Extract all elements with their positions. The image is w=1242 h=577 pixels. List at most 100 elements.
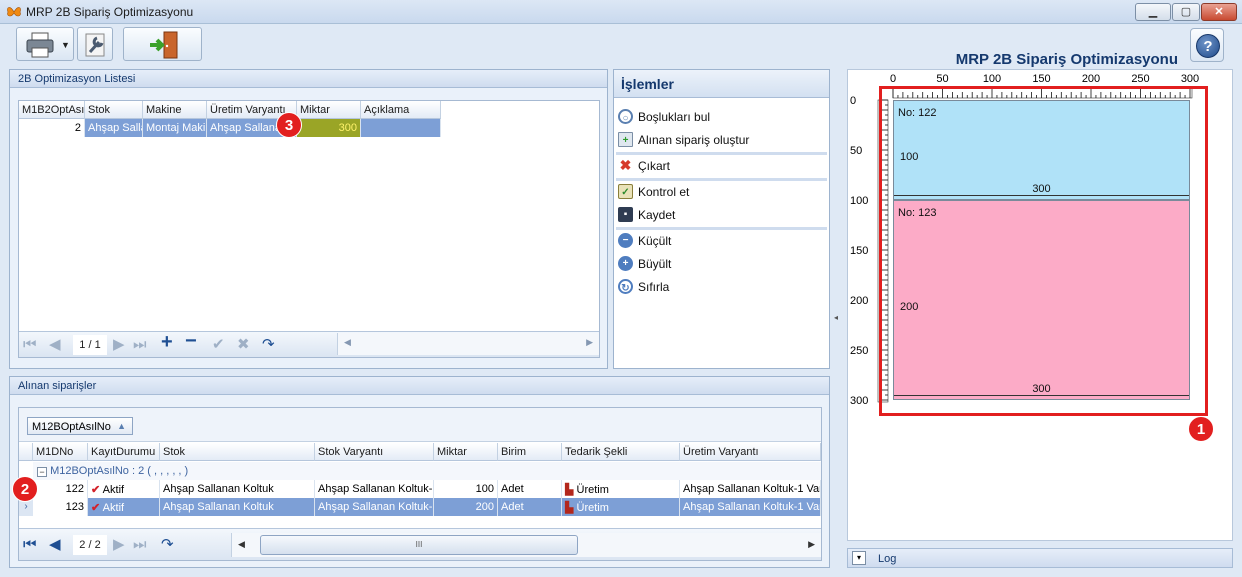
check-button[interactable]: ✓ Kontrol et [618,181,826,203]
reset-button[interactable]: ↻ Sıfırla [618,276,826,298]
cell[interactable]: 2 [19,119,85,137]
chevron-down-icon[interactable]: ▼ [61,40,70,50]
cell[interactable]: 200 [434,498,498,516]
remove-button[interactable]: ✖ Çıkart [618,155,826,177]
splitter-arrow-icon[interactable]: ◂ [834,313,838,322]
horizontal-scrollbar[interactable]: ◀ III ▶ [231,533,821,557]
cell[interactable]: Ahşap Sallanan Koltuk [160,480,315,498]
log-label: Log [878,553,897,565]
add-icon[interactable]: + [161,332,173,352]
prev-page-icon[interactable]: ◀ [49,537,61,553]
panel-title: Alınan siparişler [10,377,829,395]
box-layer: No: 122 100 300 No: 123 200 300 [848,70,1232,540]
supply-cell[interactable]: ▙ Üretim [562,480,680,498]
save-button[interactable]: ▪ Kaydet [618,204,826,226]
check-mark-icon: ✔ [91,502,101,514]
maximize-button[interactable]: ▢ [1172,3,1200,21]
cell[interactable]: Ahşap Sallanan Koltuk [160,498,315,516]
sort-up-icon: ▲ [117,421,126,431]
scroll-thumb[interactable]: III [260,535,578,555]
collapse-icon[interactable]: − [37,467,47,477]
checklist-icon: ✓ [618,184,633,199]
col-header[interactable]: Miktar [297,101,361,119]
confirm-icon[interactable]: ✔ [212,337,225,353]
cell[interactable]: 100 [434,480,498,498]
find-gaps-button[interactable]: ○ Boşlukları bul [618,106,826,128]
scroll-right-icon[interactable]: ▶ [808,539,815,550]
col-header[interactable]: Makine [143,101,207,119]
wrench-icon [85,33,105,57]
col-header[interactable]: M1DNo [33,443,88,461]
next-page-icon[interactable]: ▶ [113,537,125,553]
help-icon: ? [1196,34,1220,58]
remove-icon[interactable]: − [185,331,197,351]
group-chip[interactable]: M12BOptAsılNo ▲ [27,417,133,435]
table-row[interactable]: 2 Ahşap Salla Montaj Maki Ahşap Sallanan… [19,119,441,137]
log-bar[interactable]: ▾ Log [847,548,1233,568]
magnifier-icon: ○ [618,109,633,124]
pager-bar: ⏮ ◀ 2 / 2 ▶ ⏭ ↷ ◀ III ▶ [19,528,821,560]
reset-icon: ↻ [618,279,633,294]
col-header[interactable]: Stok Varyantı [315,443,434,461]
col-header[interactable]: Stok [85,101,143,119]
supply-cell[interactable]: ▙ Üretim [562,498,680,516]
cell[interactable]: Ahşap Sallanan Koltuk-1 Vary [680,480,821,498]
settings-button[interactable] [77,27,113,61]
refresh-icon[interactable]: ↷ [161,537,174,553]
cell[interactable]: Montaj Maki [143,119,207,137]
cell[interactable]: Adet [498,480,562,498]
orders-grid: M12BOptAsılNo ▲ M1DNo KayıtDurumu Stok S… [18,407,822,561]
cell[interactable] [361,119,441,137]
table-row[interactable]: 122 ✔ Aktif Ahşap Sallanan Koltuk Ahşap … [19,480,821,498]
zoom-out-button[interactable]: − Küçült [618,230,826,252]
cancel-icon[interactable]: ✖ [237,337,250,353]
col-header[interactable]: KayıtDurumu [88,443,160,461]
cell[interactable]: Ahşap Sallanan Koltuk-1 [315,498,434,516]
col-header[interactable]: Açıklama [361,101,441,119]
refresh-icon[interactable]: ↷ [262,337,275,353]
last-page-icon[interactable]: ⏭ [133,337,147,353]
minimize-button[interactable]: ▁ [1135,3,1171,21]
col-header[interactable]: Üretim Varyantı [680,443,821,461]
scroll-left-icon[interactable]: ◀ [344,337,351,348]
group-panel: M12BOptAsılNo ▲ [19,408,821,442]
optimization-grid: M1B2OptAsıl Stok Makine Üretim Varyantı … [18,100,600,358]
cell[interactable]: 123 [33,498,88,516]
cell[interactable]: Ahşap Salla [85,119,143,137]
first-page-icon[interactable]: ⏮ [23,537,37,553]
cell-quantity-editing[interactable]: 300 [297,119,361,137]
expand-icon[interactable]: ▾ [852,551,866,565]
title-bar: MRP 2B Sipariş Optimizasyonu ▁ ▢ ✕ [0,0,1242,24]
next-page-icon[interactable]: ▶ [113,337,125,353]
print-button[interactable]: ▼ [16,27,74,61]
first-page-icon[interactable]: ⏮ [23,337,37,353]
cell[interactable]: 122 [33,480,88,498]
col-header[interactable]: Tedarik Şekli [562,443,680,461]
col-header[interactable]: Birim [498,443,562,461]
col-header[interactable]: Stok [160,443,315,461]
optimization-list-panel: 2B Optimizasyon Listesi M1B2OptAsıl Stok… [9,69,608,369]
exit-button[interactable] [123,27,202,61]
close-button[interactable]: ✕ [1201,3,1237,21]
table-row[interactable]: › 123 ✔ Aktif Ahşap Sallanan Koltuk Ahşa… [19,498,821,516]
app-heading: MRP 2B Sipariş Optimizasyonu [955,51,1178,68]
scroll-left-icon[interactable]: ◀ [238,539,245,550]
col-header[interactable]: M1B2OptAsıl [19,101,85,119]
cell[interactable]: Ahşap Sallanan Koltuk-1 Vary [680,498,821,516]
last-page-icon[interactable]: ⏭ [133,537,147,553]
group-row[interactable]: − M12BOptAsılNo : 2 ( , , , , , ) [33,462,821,480]
horizontal-scrollbar[interactable]: ◀ ▶ [337,333,599,355]
cell[interactable]: Ahşap Sallanan Koltuk-1 [315,480,434,498]
cell[interactable]: Adet [498,498,562,516]
scroll-right-icon[interactable]: ▶ [586,337,593,348]
exit-door-icon [150,31,178,59]
status-cell[interactable]: ✔ Aktif [88,480,160,498]
operations-title: İşlemler [614,70,829,98]
status-cell[interactable]: ✔ Aktif [88,498,160,516]
create-order-button[interactable]: + Alınan sipariş oluştur [618,129,826,151]
zoom-in-button[interactable]: + Büyült [618,253,826,275]
col-header[interactable]: Miktar [434,443,498,461]
printer-icon [26,32,54,58]
help-button[interactable]: ? [1190,28,1224,62]
prev-page-icon[interactable]: ◀ [49,337,61,353]
